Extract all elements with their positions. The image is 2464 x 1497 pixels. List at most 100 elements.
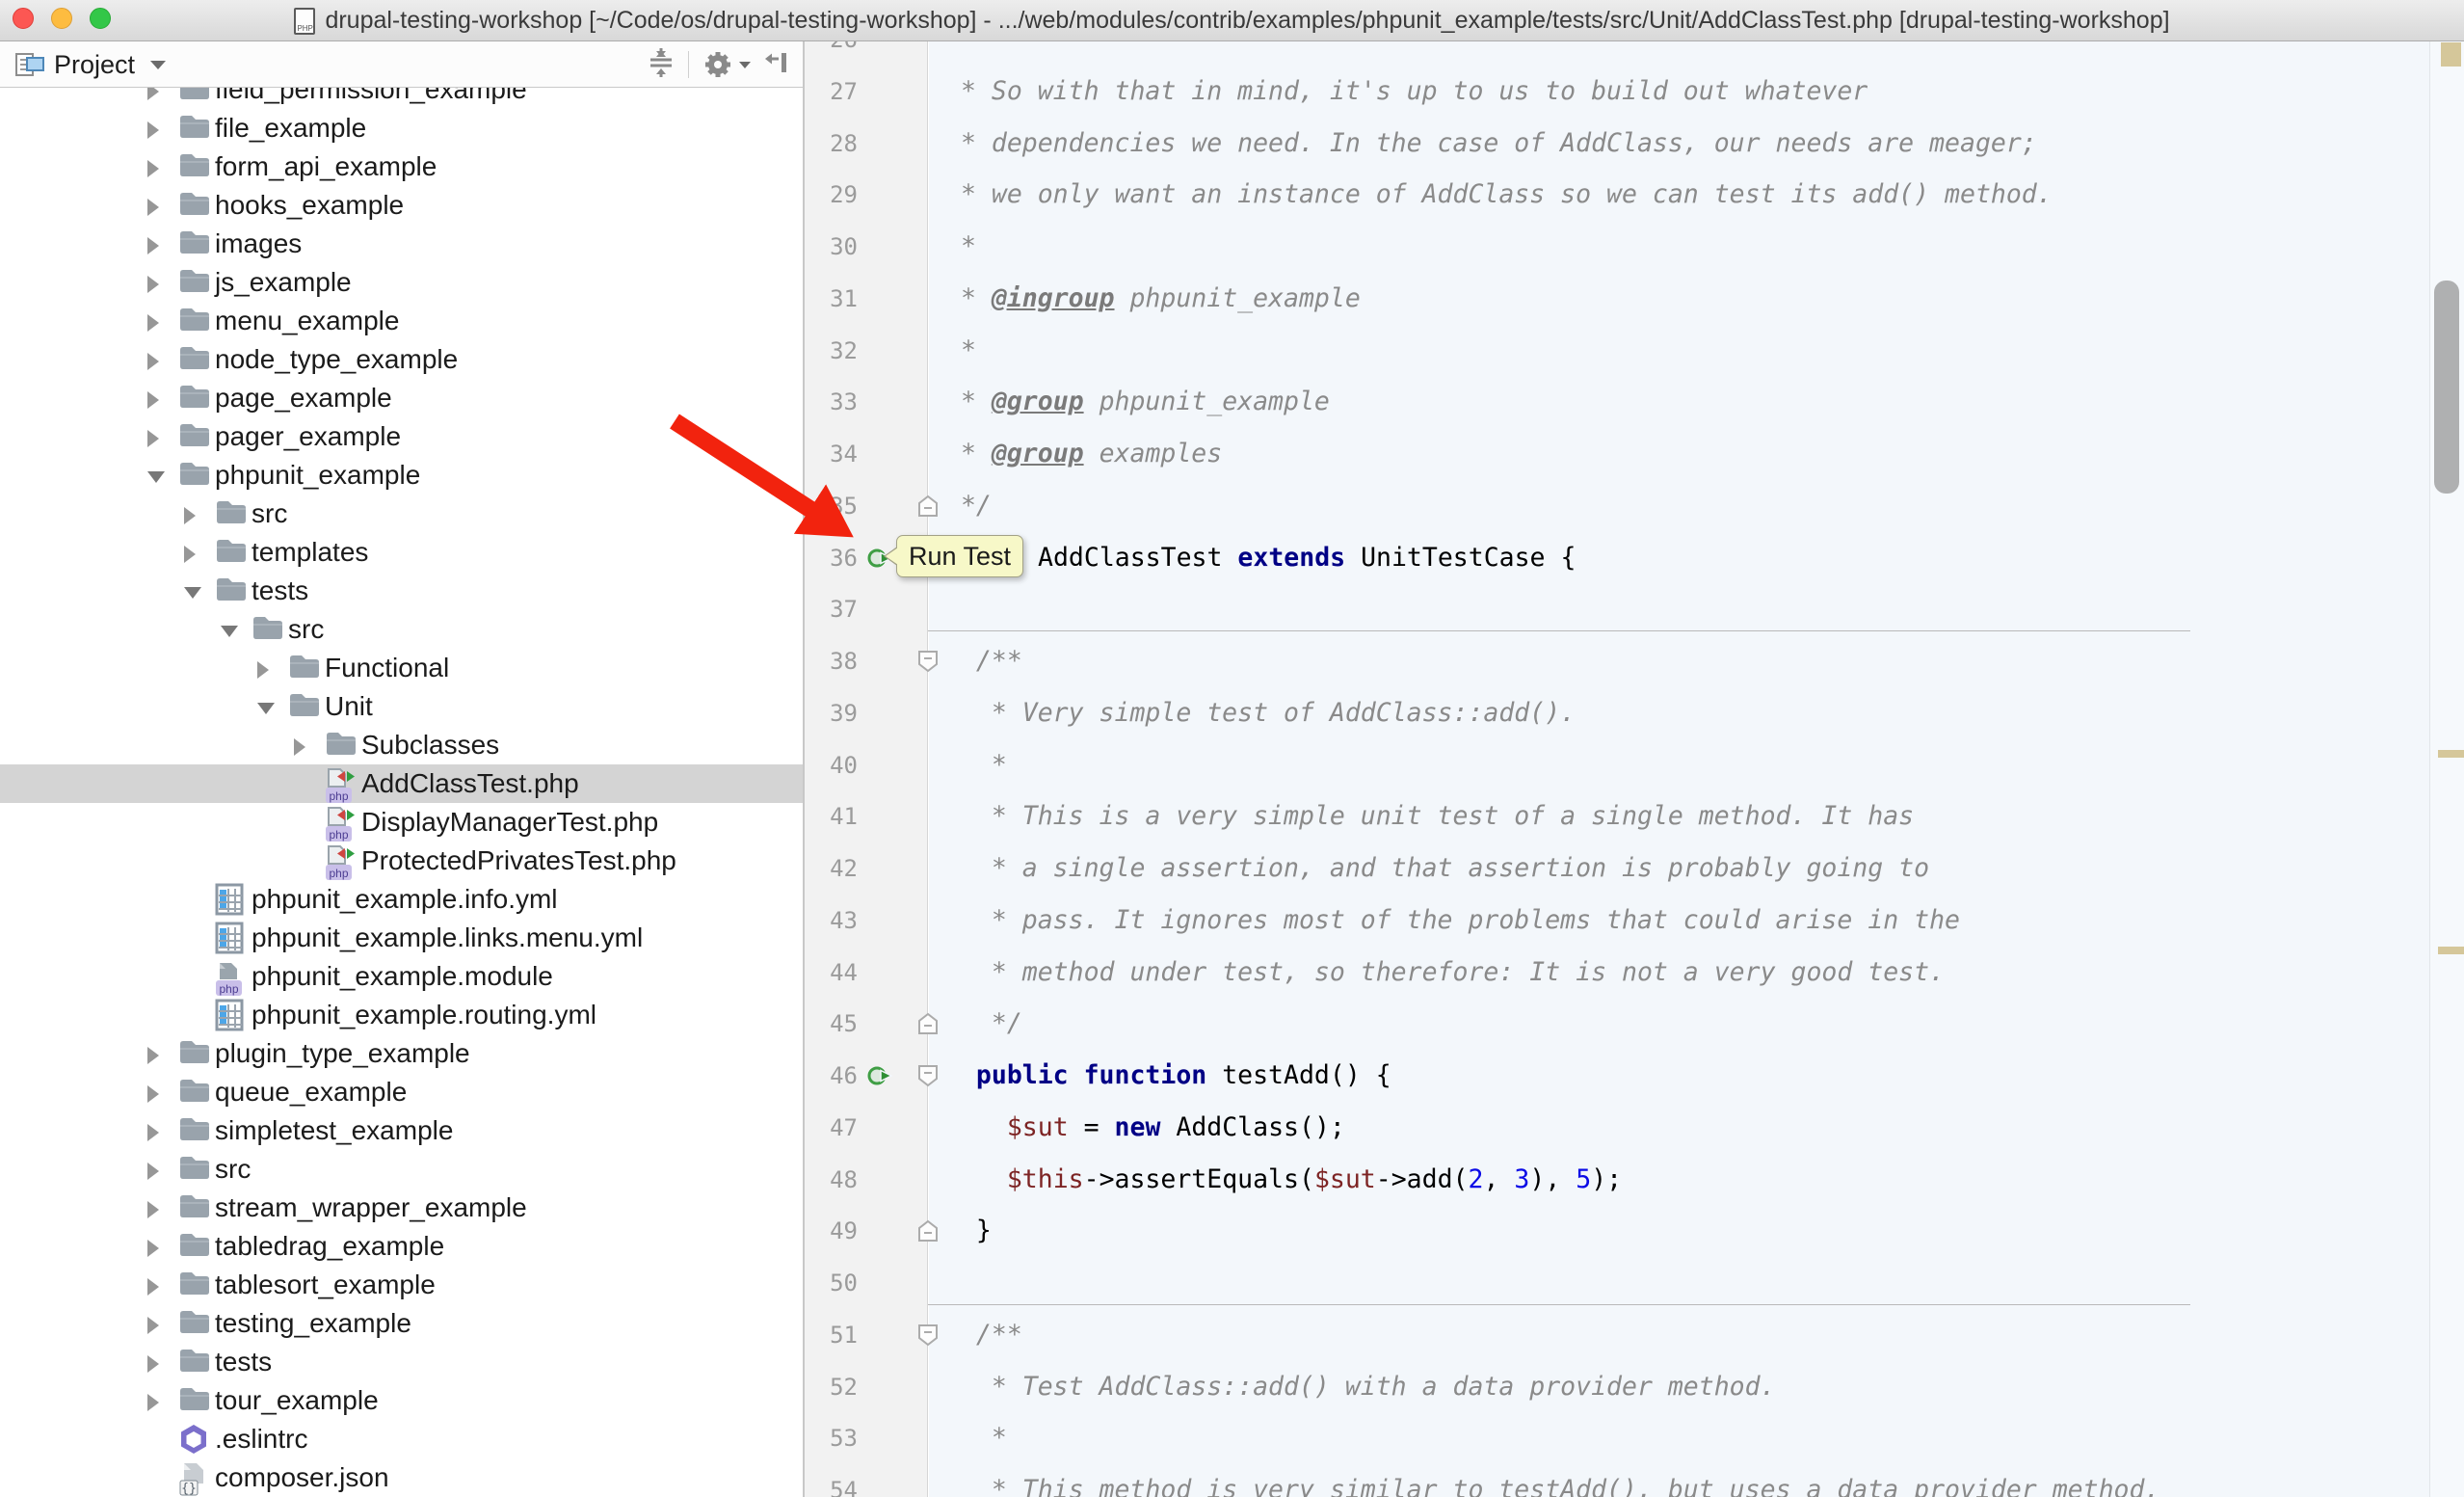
tree-collapsed-arrow-icon[interactable]	[147, 1163, 159, 1180]
tree-collapsed-arrow-icon[interactable]	[294, 738, 305, 756]
code-line-35[interactable]: */	[945, 480, 992, 532]
tree-collapsed-arrow-icon[interactable]	[147, 391, 159, 409]
code-line-46[interactable]: public function testAdd() {	[945, 1050, 1391, 1102]
code-line-52[interactable]: * Test AddClass::add() with a data provi…	[945, 1361, 1776, 1413]
tree-item-page_example[interactable]: page_example	[0, 379, 803, 417]
tree-collapsed-arrow-icon[interactable]	[147, 1085, 159, 1103]
panel-splitter[interactable]	[803, 41, 805, 1497]
tree-item-phpunit_example.module[interactable]: phpphpunit_example.module	[0, 957, 803, 996]
code-line-30[interactable]: *	[945, 221, 976, 273]
tree-collapsed-arrow-icon[interactable]	[147, 237, 159, 254]
code-line-29[interactable]: * we only want an instance of AddClass s…	[945, 169, 2053, 221]
tree-item-tests[interactable]: tests	[0, 1343, 803, 1381]
tree-item-file_example[interactable]: file_example	[0, 109, 803, 147]
tree-item-queue_example[interactable]: queue_example	[0, 1073, 803, 1111]
tree-item-composer.json[interactable]: {}composer.json	[0, 1458, 803, 1497]
tree-collapsed-arrow-icon[interactable]	[147, 1047, 159, 1064]
code-line-41[interactable]: * This is a very simple unit test of a s…	[945, 790, 1914, 842]
code-line-32[interactable]: *	[945, 325, 976, 377]
code-line-47[interactable]: $sut = new AddClass();	[945, 1102, 1345, 1154]
code-line-40[interactable]: *	[945, 739, 1007, 791]
tree-item-pager_example[interactable]: pager_example	[0, 417, 803, 456]
code-line-43[interactable]: * pass. It ignores most of the problems …	[945, 895, 1960, 947]
code-line-53[interactable]: *	[945, 1412, 1007, 1464]
code-line-39[interactable]: * Very simple test of AddClass::add().	[945, 687, 1576, 739]
tree-item-tests[interactable]: tests	[0, 572, 803, 610]
tree-item-phpunit_example.info.yml[interactable]: phpunit_example.info.yml	[0, 880, 803, 919]
tree-collapsed-arrow-icon[interactable]	[147, 1124, 159, 1141]
tree-item-Subclasses[interactable]: Subclasses	[0, 726, 803, 764]
run-test-gutter-icon[interactable]	[866, 1062, 893, 1089]
code-line-28[interactable]: * dependencies we need. In the case of A…	[945, 118, 2037, 170]
tree-item-tour_example[interactable]: tour_example	[0, 1381, 803, 1420]
tree-item-.eslintrc[interactable]: .eslintrc	[0, 1420, 803, 1458]
tree-collapsed-arrow-icon[interactable]	[147, 121, 159, 139]
tree-item-phpunit_example[interactable]: phpunit_example	[0, 456, 803, 495]
tree-item-form_api_example[interactable]: form_api_example	[0, 147, 803, 186]
tree-item-tabledrag_example[interactable]: tabledrag_example	[0, 1227, 803, 1266]
tree-item-src[interactable]: src	[0, 1150, 803, 1189]
tree-collapsed-arrow-icon[interactable]	[147, 276, 159, 293]
scrollbar-thumb[interactable]	[2434, 281, 2459, 494]
tree-collapsed-arrow-icon[interactable]	[147, 1201, 159, 1218]
code-line-36[interactable]: AddClassTest extends UnitTestCase {	[1038, 532, 1576, 584]
tree-collapsed-arrow-icon[interactable]	[147, 1317, 159, 1334]
settings-gear-icon[interactable]	[702, 49, 751, 80]
tree-expanded-arrow-icon[interactable]	[184, 587, 201, 599]
editor-code-area[interactable]	[929, 41, 2429, 1497]
code-line-51[interactable]: /**	[945, 1309, 1022, 1361]
code-line-33[interactable]: * @group phpunit_example	[945, 376, 1330, 428]
code-line-31[interactable]: * @ingroup phpunit_example	[945, 273, 1361, 325]
tree-collapsed-arrow-icon[interactable]	[147, 1355, 159, 1373]
tree-item-ProtectedPrivatesTest.php[interactable]: phpProtectedPrivatesTest.php	[0, 842, 803, 880]
fold-marker-icon[interactable]	[917, 650, 939, 673]
tree-item-testing_example[interactable]: testing_example	[0, 1304, 803, 1343]
tree-item-AddClassTest.php[interactable]: phpAddClassTest.php	[0, 764, 803, 803]
code-editor[interactable]: 2627 * So with that in mind, it's up to …	[805, 41, 2464, 1497]
tree-item-phpunit_example.routing.yml[interactable]: phpunit_example.routing.yml	[0, 996, 803, 1034]
editor-scrollbar[interactable]	[2429, 41, 2464, 1497]
tree-collapsed-arrow-icon[interactable]	[147, 430, 159, 447]
tree-collapsed-arrow-icon[interactable]	[184, 507, 196, 524]
tree-item-phpunit_example.links.menu.yml[interactable]: phpunit_example.links.menu.yml	[0, 919, 803, 957]
run-test-tooltip[interactable]: Run Test	[896, 535, 1023, 577]
tree-collapsed-arrow-icon[interactable]	[147, 1240, 159, 1257]
tree-collapsed-arrow-icon[interactable]	[147, 1278, 159, 1296]
tree-collapsed-arrow-icon[interactable]	[184, 546, 196, 563]
tree-item-node_type_example[interactable]: node_type_example	[0, 340, 803, 379]
fold-marker-icon[interactable]	[917, 1323, 939, 1347]
tree-item-DisplayManagerTest.php[interactable]: phpDisplayManagerTest.php	[0, 803, 803, 842]
code-line-49[interactable]: }	[945, 1205, 992, 1257]
code-line-27[interactable]: * So with that in mind, it's up to us to…	[945, 66, 1868, 118]
project-view-selector[interactable]: Project	[15, 49, 166, 80]
tree-collapsed-arrow-icon[interactable]	[147, 160, 159, 177]
tree-item-tablesort_example[interactable]: tablesort_example	[0, 1266, 803, 1304]
code-line-45[interactable]: */	[945, 998, 1022, 1050]
tree-collapsed-arrow-icon[interactable]	[257, 661, 269, 679]
fold-marker-icon[interactable]	[917, 1064, 939, 1087]
code-line-54[interactable]: * This method is very similar to testAdd…	[945, 1464, 2159, 1497]
hide-panel-icon[interactable]	[764, 48, 793, 82]
tree-item-Functional[interactable]: Functional	[0, 649, 803, 687]
tree-item-stream_wrapper_example[interactable]: stream_wrapper_example	[0, 1189, 803, 1227]
tree-item-images[interactable]: images	[0, 225, 803, 263]
tree-collapsed-arrow-icon[interactable]	[147, 1394, 159, 1411]
tree-item-templates[interactable]: templates	[0, 533, 803, 572]
tree-item-hooks_example[interactable]: hooks_example	[0, 186, 803, 225]
tree-expanded-arrow-icon[interactable]	[147, 471, 165, 483]
code-line-34[interactable]: * @group examples	[945, 428, 1222, 480]
fold-marker-icon[interactable]	[917, 1012, 939, 1035]
fold-marker-icon[interactable]	[917, 495, 939, 518]
tree-expanded-arrow-icon[interactable]	[221, 626, 238, 637]
fold-marker-icon[interactable]	[917, 1219, 939, 1243]
code-line-48[interactable]: $this->assertEquals($sut->add(2, 3), 5);	[945, 1154, 1622, 1206]
tree-collapsed-arrow-icon[interactable]	[147, 314, 159, 332]
code-line-44[interactable]: * method under test, so therefore: It is…	[945, 947, 1945, 999]
tree-item-simpletest_example[interactable]: simpletest_example	[0, 1111, 803, 1150]
tree-item-src[interactable]: src	[0, 610, 803, 649]
tree-item-plugin_type_example[interactable]: plugin_type_example	[0, 1034, 803, 1073]
tree-collapsed-arrow-icon[interactable]	[147, 199, 159, 216]
tree-collapsed-arrow-icon[interactable]	[147, 353, 159, 370]
collapse-all-icon[interactable]	[648, 48, 675, 82]
code-line-42[interactable]: * a single assertion, and that assertion…	[945, 842, 1929, 895]
